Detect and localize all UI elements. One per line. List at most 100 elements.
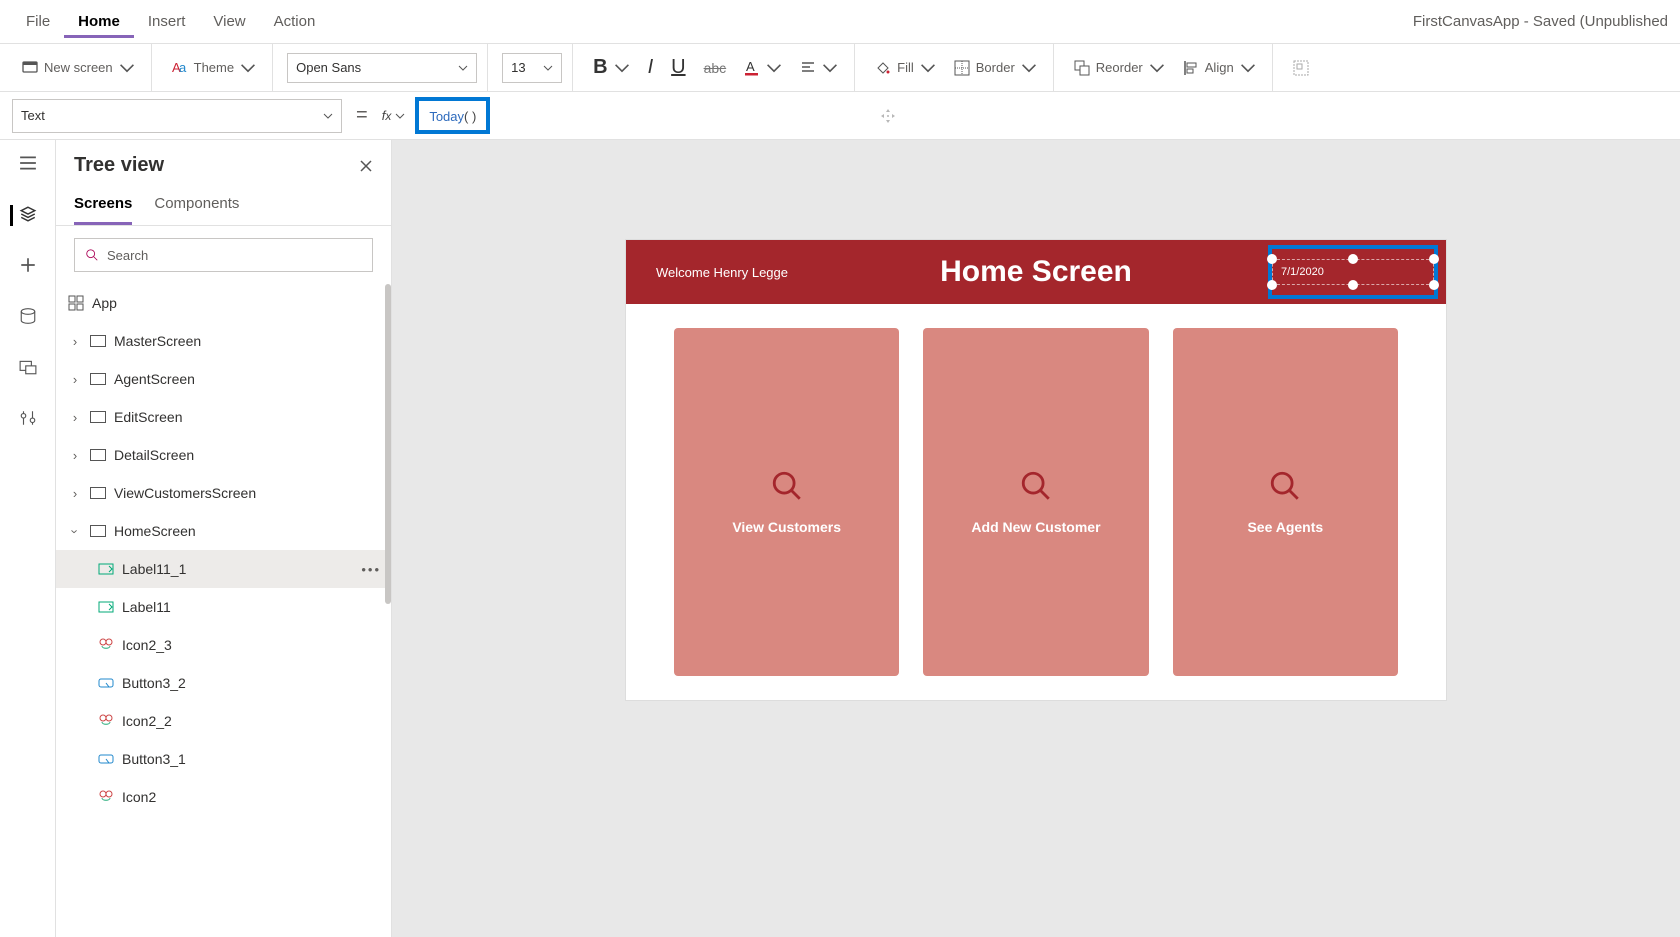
- tree-node-screen-expanded[interactable]: ›HomeScreen: [56, 512, 391, 550]
- new-screen-label: New screen: [44, 60, 113, 75]
- tree-node-label: MasterScreen: [114, 333, 381, 349]
- chevron-down-icon: [458, 63, 468, 73]
- close-icon[interactable]: [359, 159, 373, 173]
- tree-node-screen[interactable]: ›EditScreen: [56, 398, 391, 436]
- tile-add-customer[interactable]: Add New Customer: [923, 328, 1148, 676]
- resize-handle[interactable]: [1267, 254, 1277, 264]
- group-button[interactable]: [1287, 56, 1315, 80]
- menu-view[interactable]: View: [199, 5, 259, 38]
- search-icon: [85, 248, 99, 262]
- tab-screens[interactable]: Screens: [74, 187, 132, 225]
- selected-date-label[interactable]: 7/1/2020: [1268, 245, 1438, 299]
- ribbon: New screen Aa Theme Open Sans 13 B I U a…: [0, 44, 1680, 92]
- tree-node-label: Label11: [122, 599, 381, 615]
- tree-node-screen[interactable]: ›ViewCustomersScreen: [56, 474, 391, 512]
- rail-insert[interactable]: [19, 256, 37, 277]
- font-size-value: 13: [511, 60, 525, 75]
- border-button[interactable]: Border: [948, 56, 1043, 80]
- tile-see-agents[interactable]: See Agents: [1173, 328, 1398, 676]
- resize-handle[interactable]: [1348, 254, 1358, 264]
- more-icon[interactable]: •••: [361, 562, 381, 577]
- move-cursor-icon: [880, 108, 896, 124]
- resize-handle[interactable]: [1348, 280, 1358, 290]
- font-color-button[interactable]: A: [738, 56, 788, 80]
- tree-node-screen[interactable]: ›AgentScreen: [56, 360, 391, 398]
- chevron-down-icon: [920, 60, 936, 76]
- resize-handle[interactable]: [1267, 280, 1277, 290]
- rail-advanced[interactable]: [19, 409, 37, 430]
- rail-data[interactable]: [19, 307, 37, 328]
- fx-icon: fx: [382, 108, 392, 123]
- tile-view-customers[interactable]: View Customers: [674, 328, 899, 676]
- theme-button[interactable]: Aa Theme: [166, 56, 262, 80]
- tree-node-app[interactable]: App: [56, 284, 391, 322]
- chevron-right-icon: ›: [68, 372, 82, 387]
- tab-components[interactable]: Components: [154, 187, 239, 225]
- menu-home[interactable]: Home: [64, 5, 134, 38]
- resize-handle[interactable]: [1429, 280, 1439, 290]
- fx-button[interactable]: fx: [382, 108, 406, 123]
- tree-node-screen[interactable]: ›DetailScreen: [56, 436, 391, 474]
- screen-icon: [90, 525, 106, 537]
- canvas-area[interactable]: Welcome Henry Legge Home Screen 7/1/2020: [392, 140, 1680, 937]
- formula-input[interactable]: Today( ): [415, 97, 490, 134]
- menu-file[interactable]: File: [12, 5, 64, 38]
- layers-icon: [19, 205, 37, 223]
- svg-text:A: A: [746, 60, 755, 74]
- tree-node-label: Icon2: [122, 789, 381, 805]
- rail-tree-view[interactable]: [10, 205, 37, 226]
- new-screen-button[interactable]: New screen: [16, 56, 141, 80]
- text-align-button[interactable]: [794, 56, 844, 80]
- rail-hamburger[interactable]: [19, 154, 37, 175]
- font-select[interactable]: Open Sans: [287, 53, 477, 83]
- font-size-select[interactable]: 13: [502, 53, 562, 83]
- chevron-down-icon: [323, 111, 333, 121]
- tree-node-label: HomeScreen: [114, 523, 381, 539]
- tree-node-control[interactable]: Button3_2: [56, 664, 391, 702]
- menu-action[interactable]: Action: [260, 5, 330, 38]
- chevron-down-icon: [119, 60, 135, 76]
- tree-node-label: Button3_1: [122, 751, 381, 767]
- chevron-down-icon: [614, 60, 630, 76]
- tree-node-control[interactable]: Button3_1: [56, 740, 391, 778]
- border-label: Border: [976, 60, 1015, 75]
- tree-node-screen[interactable]: ›MasterScreen: [56, 322, 391, 360]
- bold-button[interactable]: B: [587, 52, 635, 83]
- fill-button[interactable]: Fill: [869, 56, 942, 80]
- search-icon: [1268, 469, 1302, 503]
- hamburger-icon: [19, 154, 37, 172]
- tile-label: View Customers: [732, 519, 841, 535]
- app-title: FirstCanvasApp - Saved (Unpublished: [1413, 13, 1668, 30]
- tree-node-control[interactable]: Icon2_2: [56, 702, 391, 740]
- chevron-down-icon: [543, 63, 553, 73]
- underline-button[interactable]: U: [665, 52, 691, 83]
- property-select[interactable]: Text: [12, 99, 342, 133]
- screen-icon: [90, 487, 106, 499]
- search-placeholder: Search: [107, 248, 148, 263]
- new-screen-icon: [22, 60, 38, 76]
- app-canvas[interactable]: Welcome Henry Legge Home Screen 7/1/2020: [626, 240, 1446, 700]
- italic-button[interactable]: I: [642, 52, 660, 83]
- tree-node-control[interactable]: Icon2: [56, 778, 391, 816]
- main-area: Tree view Screens Components Search App …: [0, 140, 1680, 937]
- app-icon: [68, 295, 84, 311]
- menu-insert[interactable]: Insert: [134, 5, 200, 38]
- property-value: Text: [21, 108, 45, 123]
- resize-handle[interactable]: [1429, 254, 1439, 264]
- plus-icon: [19, 256, 37, 274]
- reorder-icon: [1074, 60, 1090, 76]
- align-button[interactable]: Align: [1177, 56, 1262, 80]
- reorder-button[interactable]: Reorder: [1068, 56, 1171, 80]
- rail-media[interactable]: [19, 358, 37, 379]
- tree-scrollbar[interactable]: [385, 284, 391, 604]
- tree-search-input[interactable]: Search: [74, 238, 373, 272]
- search-icon: [1019, 469, 1053, 503]
- tree-node-control[interactable]: Label11: [56, 588, 391, 626]
- theme-icon: Aa: [172, 60, 188, 76]
- screen-icon: [90, 449, 106, 461]
- icon-control-icon: [98, 637, 114, 653]
- strikethrough-button[interactable]: abc: [698, 56, 733, 80]
- tree-node-control[interactable]: Icon2_3: [56, 626, 391, 664]
- chevron-down-icon: [1021, 60, 1037, 76]
- tree-node-control[interactable]: Label11_1 •••: [56, 550, 391, 588]
